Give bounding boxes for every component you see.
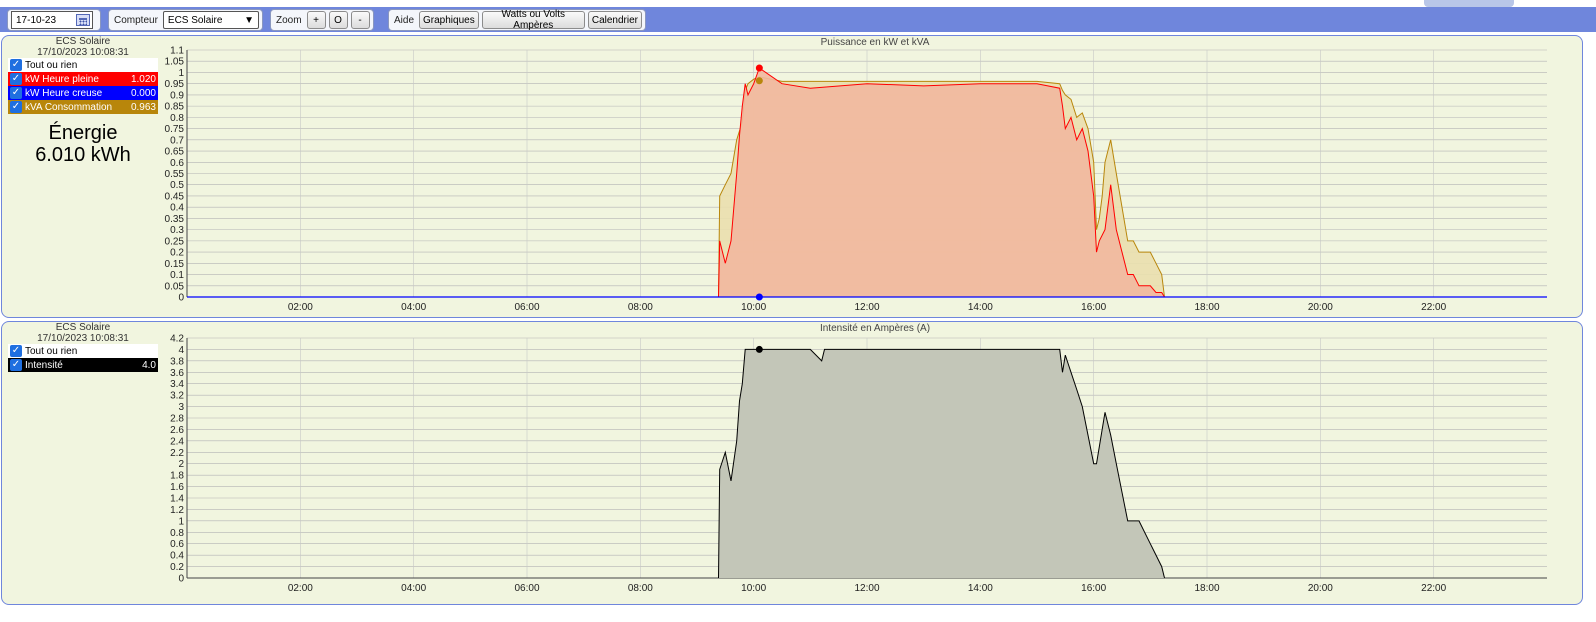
- power-y-tick: 0.9: [170, 90, 184, 101]
- power-marker-0: [755, 64, 763, 72]
- intensity-y-tick: 0.6: [170, 539, 184, 550]
- zoom-out-button[interactable]: -: [350, 11, 370, 29]
- intensity-x-tick: 06:00: [514, 583, 539, 594]
- intensity-chart[interactable]: 00.20.40.60.811.21.41.61.822.22.42.62.83…: [2, 322, 1584, 606]
- power-x-tick: 12:00: [854, 302, 879, 313]
- intensity-y-tick: 3.2: [170, 391, 184, 402]
- power-x-tick: 08:00: [628, 302, 653, 313]
- intensity-y-tick: 0.2: [170, 562, 184, 573]
- intensity-y-tick: 2.8: [170, 414, 184, 425]
- power-y-tick: 0.6: [170, 158, 184, 169]
- calendar-icon[interactable]: [76, 14, 90, 26]
- power-y-tick: 0.5: [170, 180, 184, 191]
- power-y-tick: 1: [178, 68, 184, 79]
- calendrier-button[interactable]: Calendrier: [587, 11, 642, 29]
- intensity-y-tick: 1.6: [170, 482, 184, 493]
- power-x-tick: 06:00: [514, 302, 539, 313]
- power-y-tick: 0.3: [170, 225, 184, 236]
- power-panel: ECS Solaire 17/10/2023 10:08:31 ✓ Tout o…: [1, 35, 1583, 318]
- power-y-tick: 0.05: [165, 281, 185, 292]
- intensity-x-tick: 02:00: [288, 583, 313, 594]
- zoom-group: Zoom + O -: [270, 9, 374, 31]
- intensity-y-tick: 1.8: [170, 471, 184, 482]
- intensity-y-tick: 2.6: [170, 425, 184, 436]
- compteur-group: Compteur ECS Solaire ▼: [108, 9, 263, 31]
- intensity-y-tick: 3.4: [170, 379, 184, 390]
- power-y-tick: 0.95: [165, 79, 185, 90]
- intensity-y-tick: 0.4: [170, 551, 184, 562]
- zoom-reset-button[interactable]: O: [328, 11, 348, 29]
- power-x-tick: 04:00: [401, 302, 426, 313]
- chevron-down-icon: ▼: [244, 14, 254, 26]
- date-value: 17-10-23: [16, 14, 57, 26]
- power-y-tick: 1.1: [170, 46, 184, 57]
- intensity-y-tick: 2.4: [170, 436, 184, 447]
- intensity-y-tick: 2.2: [170, 448, 184, 459]
- google-logo: [1424, 0, 1514, 7]
- toolbar-top-strip: [0, 0, 1596, 7]
- power-chart[interactable]: 00.050.10.150.20.250.30.350.40.450.50.55…: [2, 36, 1584, 319]
- power-y-tick: 0.1: [170, 270, 184, 281]
- aide-label: Aide: [394, 14, 415, 26]
- intensity-x-tick: 10:00: [741, 583, 766, 594]
- intensity-x-tick: 08:00: [628, 583, 653, 594]
- power-x-tick: 14:00: [968, 302, 993, 313]
- power-x-tick: 22:00: [1421, 302, 1446, 313]
- power-y-tick: 0.75: [165, 124, 185, 135]
- power-marker-1: [755, 77, 763, 85]
- power-x-tick: 10:00: [741, 302, 766, 313]
- intensity-y-tick: 3.8: [170, 356, 184, 367]
- power-y-tick: 0.85: [165, 102, 185, 113]
- power-y-tick: 0.8: [170, 113, 184, 124]
- intensity-marker-0: [755, 345, 763, 353]
- zoom-in-button[interactable]: +: [306, 11, 326, 29]
- watts-volts-button[interactable]: Watts ou Volts Ampères: [481, 9, 585, 31]
- power-x-tick: 18:00: [1194, 302, 1219, 313]
- power-x-tick: 02:00: [288, 302, 313, 313]
- intensity-x-tick: 16:00: [1081, 583, 1106, 594]
- compteur-select[interactable]: ECS Solaire ▼: [162, 11, 259, 29]
- intensity-y-tick: 0: [178, 574, 184, 585]
- intensity-panel: ECS Solaire 17/10/2023 10:08:31 ✓ Tout o…: [1, 321, 1583, 605]
- power-y-tick: 0.45: [165, 191, 185, 202]
- power-y-tick: 0.55: [165, 169, 185, 180]
- power-y-tick: 0.35: [165, 214, 185, 225]
- intensity-y-tick: 4: [178, 345, 184, 356]
- intensity-y-tick: 1.2: [170, 505, 184, 516]
- toolbar: 17-10-23 Compteur ECS Solaire ▼ Zoom + O…: [0, 0, 1596, 32]
- power-y-tick: 0.4: [170, 203, 184, 214]
- power-y-tick: 0.15: [165, 259, 185, 270]
- intensity-y-tick: 1: [178, 516, 184, 527]
- intensity-x-tick: 14:00: [968, 583, 993, 594]
- intensity-x-tick: 20:00: [1308, 583, 1333, 594]
- power-y-tick: 0.7: [170, 135, 184, 146]
- intensity-y-tick: 3: [178, 402, 184, 413]
- date-input[interactable]: 17-10-23: [11, 11, 93, 29]
- compteur-label: Compteur: [114, 14, 158, 26]
- intensity-x-tick: 18:00: [1194, 583, 1219, 594]
- intensity-y-tick: 1.4: [170, 494, 184, 505]
- graphiques-button[interactable]: Graphiques: [419, 11, 479, 29]
- zoom-label: Zoom: [276, 14, 302, 26]
- power-marker-2: [755, 293, 763, 301]
- intensity-y-tick: 3.6: [170, 368, 184, 379]
- power-x-tick: 20:00: [1308, 302, 1333, 313]
- power-y-tick: 0.65: [165, 147, 185, 158]
- compteur-selected: ECS Solaire: [167, 14, 223, 26]
- aide-group: Aide Graphiques Watts ou Volts Ampères C…: [388, 9, 646, 31]
- intensity-y-tick: 0.8: [170, 528, 184, 539]
- intensity-y-tick: 2: [178, 459, 184, 470]
- power-x-tick: 16:00: [1081, 302, 1106, 313]
- power-y-tick: 0.2: [170, 248, 184, 259]
- intensity-y-tick: 4.2: [170, 334, 184, 345]
- intensity-x-tick: 04:00: [401, 583, 426, 594]
- date-group: 17-10-23: [7, 9, 101, 31]
- power-y-tick: 1.05: [165, 57, 185, 68]
- intensity-x-tick: 22:00: [1421, 583, 1446, 594]
- power-y-tick: 0: [178, 293, 184, 304]
- intensity-x-tick: 12:00: [854, 583, 879, 594]
- power-y-tick: 0.25: [165, 236, 185, 247]
